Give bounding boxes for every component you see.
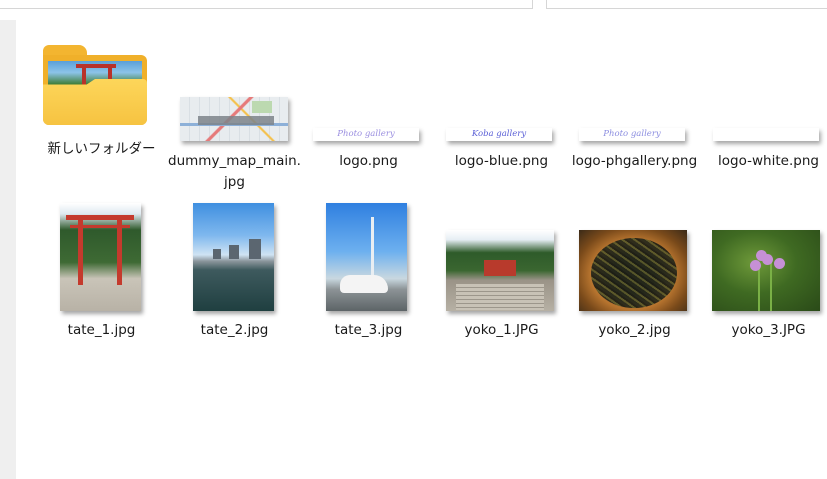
file-name: yoko_2.jpg: [598, 322, 671, 338]
search-box[interactable]: [546, 0, 827, 9]
logo-image: Photo gallery: [579, 128, 685, 141]
file-name: logo-phgallery.png: [571, 153, 698, 169]
thumbnail: [435, 203, 568, 311]
file-name: tate_1.jpg: [67, 322, 136, 338]
address-bar[interactable]: [0, 0, 533, 9]
thumbnail: [702, 203, 827, 311]
navigation-pane-edge[interactable]: [0, 20, 16, 479]
file-name: yoko_1.JPG: [464, 322, 539, 338]
logo-image: Photo gallery: [313, 128, 419, 141]
thumbnail: [302, 203, 435, 311]
photo-image: [446, 230, 554, 311]
photo-image: [712, 230, 820, 311]
thumbnail: Photo gallery: [568, 45, 701, 141]
thumbnail: [35, 203, 168, 311]
thumbnail: [35, 45, 168, 133]
thumbnail: Photo gallery: [302, 45, 435, 141]
file-name: yoko_3.JPG: [731, 322, 806, 338]
logo-text: Photo gallery: [603, 129, 661, 139]
photo-image: [326, 203, 407, 311]
file-name: logo-blue.png: [454, 153, 549, 169]
logo-text: Koba gallery: [471, 129, 527, 139]
toolbar-area: [0, 0, 827, 20]
map-image: [180, 97, 288, 141]
thumbnail: [168, 203, 301, 311]
thumbnail: [702, 45, 827, 141]
folder-icon: [43, 45, 147, 125]
file-name: dummy_map_main.jpg: [168, 153, 301, 190]
file-name: tate_3.jpg: [334, 322, 403, 338]
photo-image: [193, 203, 274, 311]
file-name: logo.png: [339, 153, 398, 169]
photo-image: [60, 203, 141, 311]
file-name: 新しいフォルダー: [47, 141, 156, 157]
file-name: logo-white.png: [718, 153, 819, 169]
thumbnail: [168, 45, 301, 141]
file-name: tate_2.jpg: [200, 322, 269, 338]
logo-image: [713, 128, 819, 141]
logo-text: Photo gallery: [337, 129, 395, 139]
thumbnail: [568, 203, 701, 311]
thumbnail: Koba gallery: [435, 45, 568, 141]
logo-image: Koba gallery: [446, 128, 552, 141]
photo-image: [579, 230, 687, 311]
